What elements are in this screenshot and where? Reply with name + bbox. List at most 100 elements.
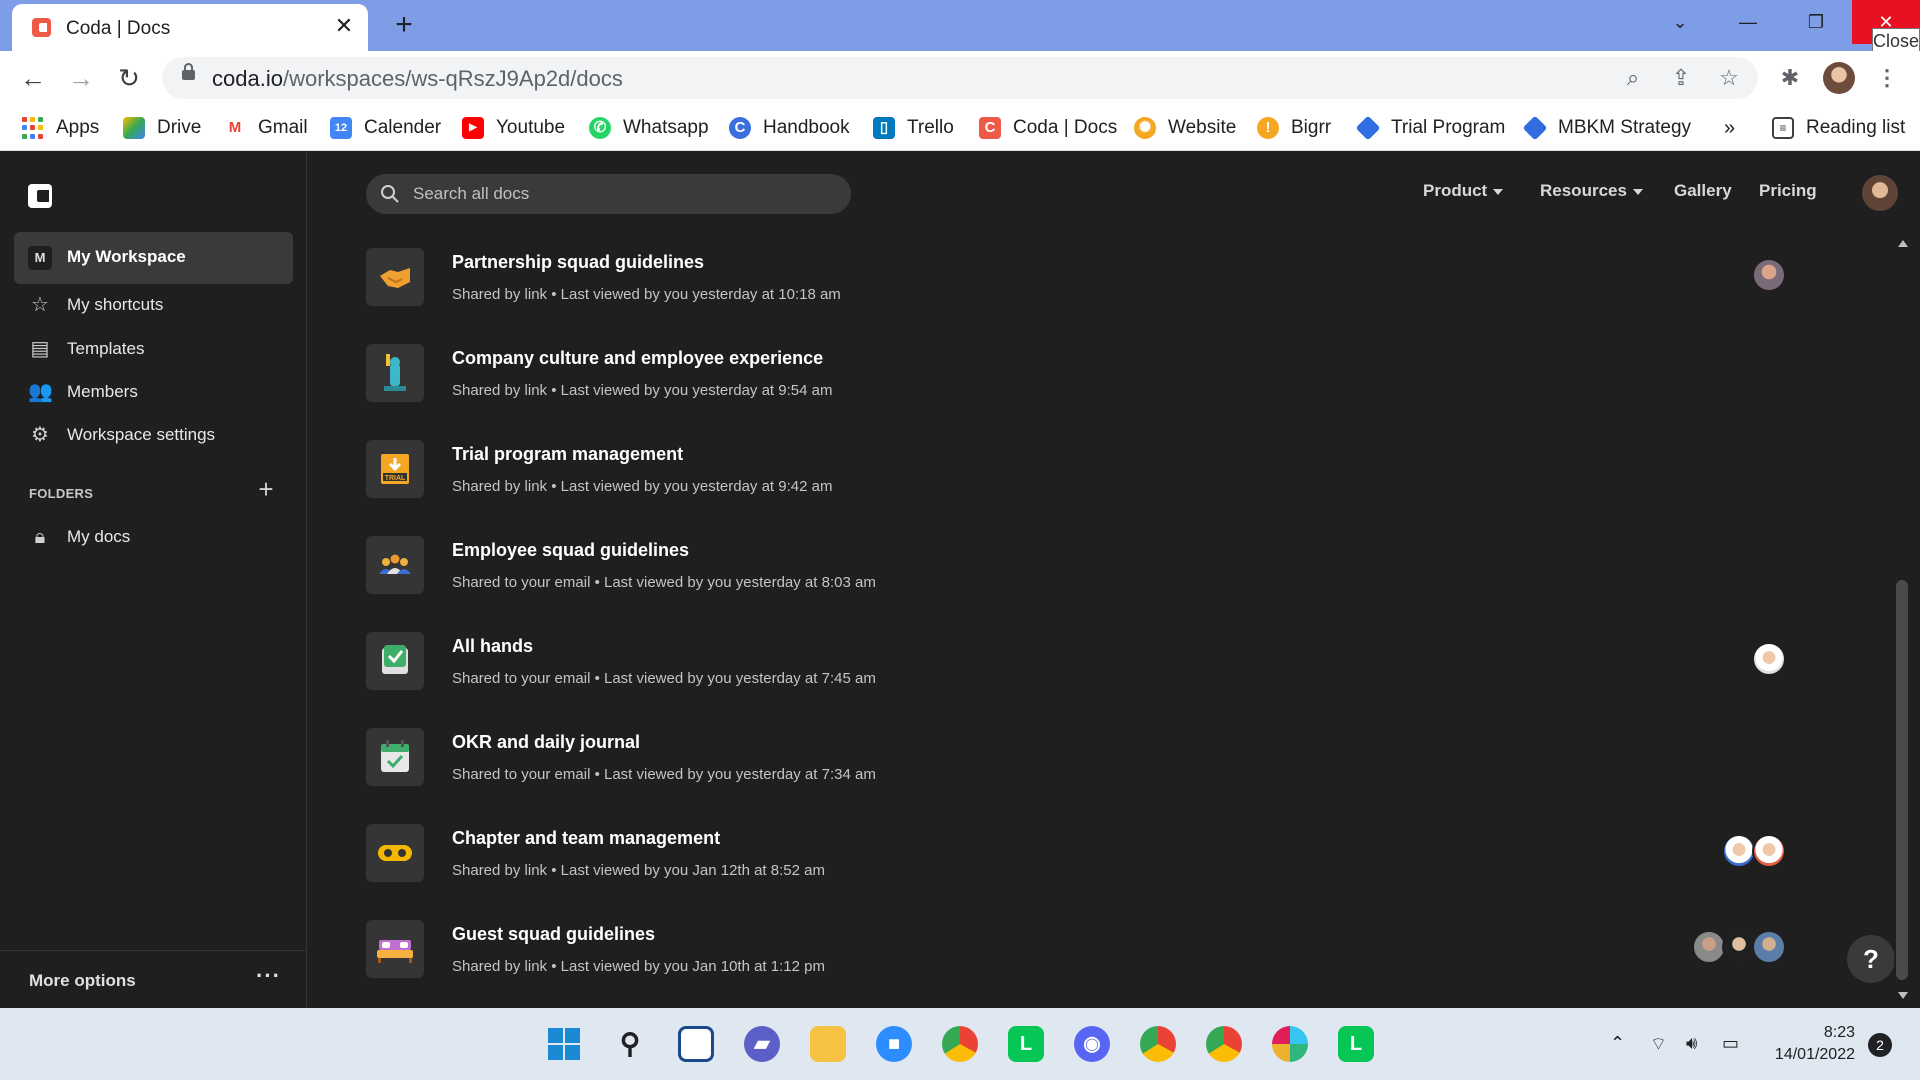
slack-icon[interactable]: [1272, 1026, 1308, 1062]
bookmark-website[interactable]: ✺ Website: [1134, 114, 1236, 142]
bookmark-gmail[interactable]: M Gmail: [224, 114, 308, 142]
line-icon[interactable]: L: [1008, 1026, 1044, 1062]
add-folder-button[interactable]: +: [252, 475, 280, 503]
user-avatar[interactable]: [1862, 175, 1898, 211]
clock[interactable]: 8:23 14/01/2022: [1765, 1022, 1855, 1066]
doc-row[interactable]: Chapter and team management Shared by li…: [366, 824, 1786, 894]
doc-row[interactable]: Partnership squad guidelines Shared by l…: [366, 248, 1786, 318]
discord-icon[interactable]: ◉: [1074, 1026, 1110, 1062]
volume-icon[interactable]: 🔊︎: [1686, 1033, 1697, 1054]
taskbar-search-icon[interactable]: ⚲: [612, 1026, 648, 1062]
scroll-thumb[interactable]: [1896, 580, 1908, 980]
task-view-icon[interactable]: [678, 1026, 714, 1062]
bookmark-whatsapp[interactable]: ✆ Whatsapp: [589, 114, 709, 142]
bookmark-star-icon[interactable]: ☆: [1714, 63, 1744, 93]
avatar[interactable]: [1692, 930, 1726, 964]
windows-start-icon[interactable]: [546, 1026, 582, 1062]
teams-chat-icon[interactable]: ▰: [744, 1026, 780, 1062]
chrome-profile-active-icon[interactable]: [1140, 1026, 1176, 1062]
bookmark-handbook[interactable]: C Handbook: [729, 114, 850, 142]
forward-button[interactable]: →: [64, 61, 98, 95]
doc-row[interactable]: Company culture and employee experience …: [366, 344, 1786, 414]
notification-badge[interactable]: 2: [1868, 1033, 1892, 1057]
url-text[interactable]: coda.io/workspaces/ws-qRszJ9Ap2d/docs: [212, 66, 623, 92]
file-explorer-icon[interactable]: [810, 1026, 846, 1062]
more-options[interactable]: More options ···: [0, 950, 306, 1008]
more-dots-icon[interactable]: ···: [256, 963, 281, 989]
lock-icon[interactable]: [182, 63, 195, 80]
doc-title[interactable]: OKR and daily journal: [452, 732, 640, 753]
battery-icon[interactable]: ▭: [1722, 1033, 1739, 1054]
sidebar-item-templates[interactable]: ▤ Templates: [28, 334, 145, 364]
nav-pricing[interactable]: Pricing: [1759, 181, 1817, 201]
bookmarks-overflow-button[interactable]: »: [1724, 114, 1735, 142]
avatar[interactable]: [1752, 834, 1786, 868]
calendar-check-icon: [366, 728, 424, 786]
bookmark-youtube[interactable]: ▶ Youtube: [462, 114, 565, 142]
help-button[interactable]: ?: [1847, 935, 1895, 983]
restore-button[interactable]: ❐: [1782, 0, 1850, 44]
doc-row[interactable]: Guest squad guidelines Shared by link • …: [366, 920, 1786, 990]
scroll-up-icon[interactable]: [1898, 240, 1908, 247]
bookmark-trello[interactable]: ▯ Trello: [873, 114, 954, 142]
nav-product[interactable]: Product: [1423, 181, 1504, 201]
nav-resources[interactable]: Resources: [1540, 181, 1643, 201]
avatar[interactable]: [1722, 930, 1756, 964]
share-icon[interactable]: ⇪: [1666, 63, 1696, 93]
reading-list-button[interactable]: ≡ Reading list: [1772, 114, 1905, 142]
doc-row[interactable]: TRIAL Trial program management Shared by…: [366, 440, 1786, 510]
nav-gallery[interactable]: Gallery: [1674, 181, 1732, 201]
scroll-down-icon[interactable]: [1898, 992, 1908, 999]
scrollbar[interactable]: [1894, 232, 1912, 1008]
zoom-icon[interactable]: ⌕: [1618, 63, 1648, 93]
chrome-profile-icon[interactable]: [1206, 1026, 1242, 1062]
tab-search-chevron-icon[interactable]: ⌄: [1646, 0, 1714, 44]
sidebar-item-my-workspace[interactable]: M My Workspace: [14, 232, 293, 284]
avatar[interactable]: [1752, 642, 1786, 676]
browser-tab[interactable]: Coda | Docs ✕: [12, 4, 368, 51]
profile-avatar[interactable]: [1823, 62, 1855, 94]
extensions-icon[interactable]: ✱: [1773, 61, 1807, 95]
doc-title[interactable]: Chapter and team management: [452, 828, 720, 849]
bookmark-apps[interactable]: Apps: [22, 114, 99, 142]
line-icon[interactable]: L: [1338, 1026, 1374, 1062]
sidebar-item-my-docs[interactable]: 🔒︎ My docs: [28, 522, 131, 552]
doc-title[interactable]: Partnership squad guidelines: [452, 252, 704, 273]
doc-row[interactable]: Employee squad guidelines Shared to your…: [366, 536, 1786, 606]
bookmark-trial-program[interactable]: Trial Program: [1355, 114, 1505, 142]
minimize-button[interactable]: —: [1714, 0, 1782, 44]
bookmark-bigrr[interactable]: ! Bigrr: [1257, 114, 1331, 142]
doc-row[interactable]: All hands Shared to your email • Last vi…: [366, 632, 1786, 702]
bookmark-drive[interactable]: Drive: [123, 114, 201, 142]
zoom-app-icon[interactable]: ■: [876, 1026, 912, 1062]
tray-chevron-up-icon[interactable]: ⌃: [1610, 1033, 1625, 1054]
sidebar-item-members[interactable]: 👥 Members: [28, 377, 138, 407]
back-button[interactable]: ←: [16, 61, 50, 95]
address-bar[interactable]: coda.io/workspaces/ws-qRszJ9Ap2d/docs ⌕ …: [162, 57, 1758, 99]
coda-logo-icon[interactable]: [28, 184, 52, 208]
avatar[interactable]: [1752, 930, 1786, 964]
search-icon: [381, 185, 399, 203]
chrome-menu-icon[interactable]: ⋮: [1870, 61, 1904, 95]
browser-toolbar: ← → ↻ coda.io/workspaces/ws-qRszJ9Ap2d/d…: [0, 51, 1920, 105]
avatar[interactable]: [1752, 258, 1786, 292]
sidebar-item-my-shortcuts[interactable]: ☆ My shortcuts: [28, 290, 163, 320]
sidebar-item-workspace-settings[interactable]: ⚙ Workspace settings: [28, 420, 215, 450]
avatar[interactable]: [1722, 834, 1756, 868]
doc-title[interactable]: Company culture and employee experience: [452, 348, 823, 369]
reload-button[interactable]: ↻: [112, 61, 146, 95]
doc-title[interactable]: Trial program management: [452, 444, 683, 465]
doc-title[interactable]: All hands: [452, 636, 533, 657]
bookmark-calender[interactable]: 12 Calender: [330, 114, 441, 142]
doc-row[interactable]: OKR and daily journal Shared to your ema…: [366, 728, 1786, 798]
chrome-icon[interactable]: [942, 1026, 978, 1062]
wifi-icon[interactable]: ⌔: [1650, 1033, 1667, 1056]
close-tab-icon[interactable]: ✕: [330, 12, 358, 40]
bookmark-coda-docs[interactable]: C Coda | Docs: [979, 114, 1117, 142]
bookmark-mbkm-strategy[interactable]: MBKM Strategy: [1522, 114, 1691, 142]
new-tab-button[interactable]: +: [388, 9, 420, 41]
trello-icon: ▯: [873, 117, 895, 139]
doc-title[interactable]: Employee squad guidelines: [452, 540, 689, 561]
search-input[interactable]: Search all docs: [366, 174, 851, 214]
doc-title[interactable]: Guest squad guidelines: [452, 924, 655, 945]
